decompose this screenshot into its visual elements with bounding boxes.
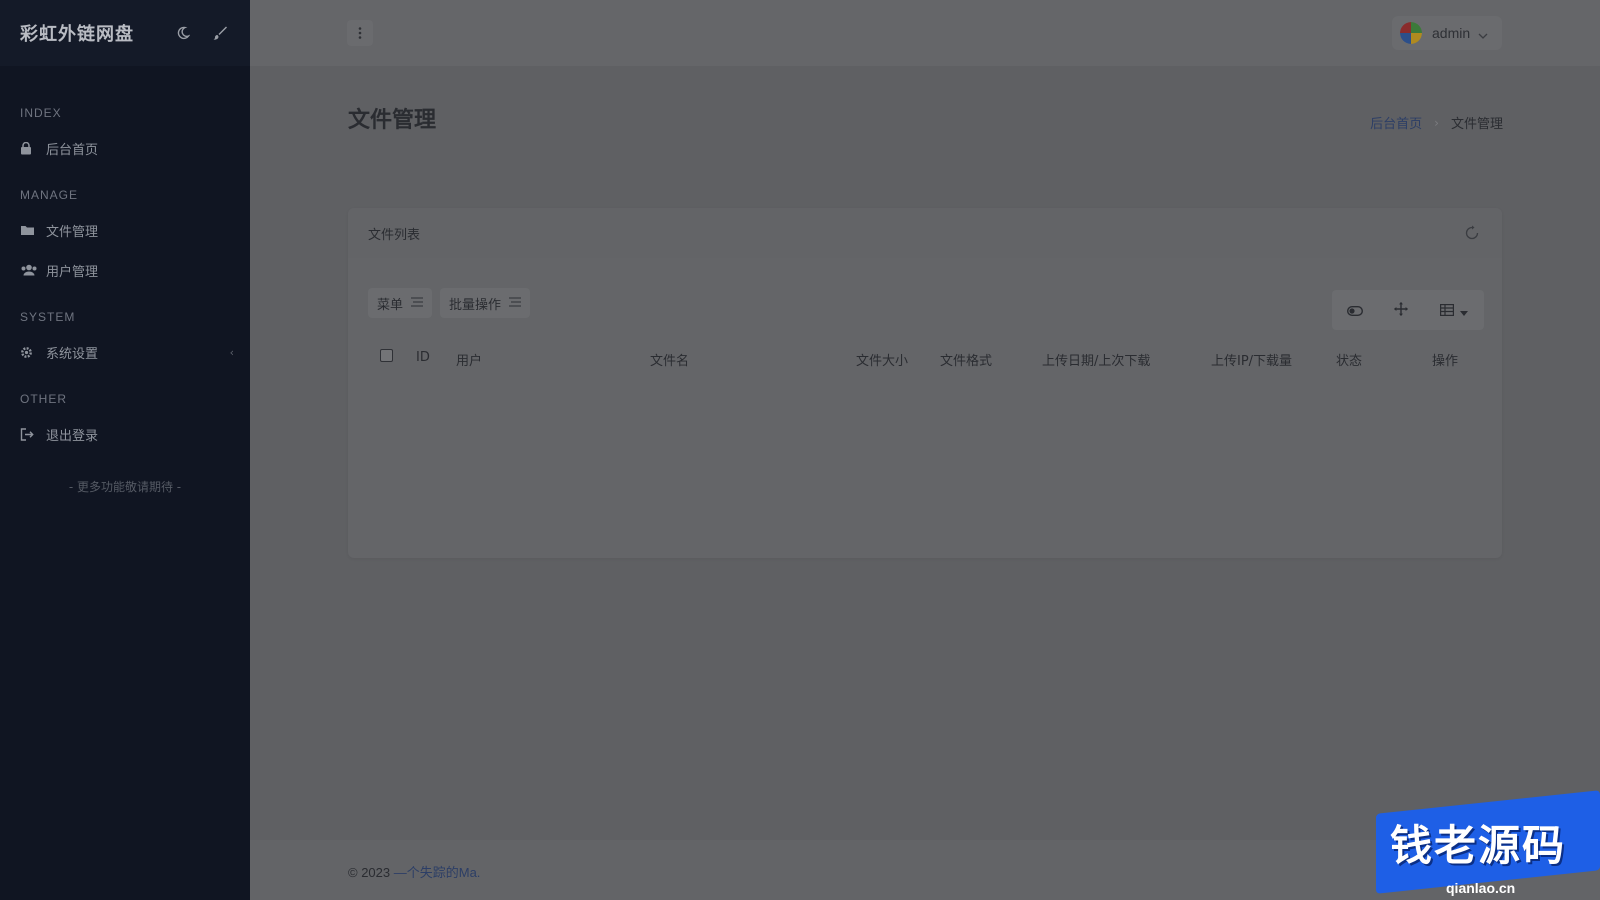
column-header-status[interactable]: 状态 <box>1336 350 1362 369</box>
table-columns-icon <box>1440 301 1455 320</box>
sidebar-item-label: 文件管理 <box>46 224 99 240</box>
file-list-card: 文件列表 菜单 批量操作 ID 用户 文件名 文件大小 文件格式 上传日期/上次… <box>348 208 1502 558</box>
move-columns-button[interactable] <box>1378 290 1424 330</box>
user-name: admin <box>1432 25 1471 41</box>
nav-section-index: INDEX <box>20 106 62 120</box>
brand-title[interactable]: 彩虹外链网盘 <box>20 20 134 46</box>
watermark-url: qianlao.cn <box>1446 880 1516 896</box>
list-icon <box>411 296 424 311</box>
card-header: 文件列表 <box>348 208 1502 258</box>
sidebar-item-label: 系统设置 <box>46 346 99 362</box>
caret-down-icon <box>1460 301 1468 320</box>
column-header-ip-downloads[interactable]: 上传IP/下载量 <box>1211 350 1292 369</box>
dashboard-icon <box>20 141 38 155</box>
column-header-actions: 操作 <box>1432 354 1459 369</box>
user-menu-button[interactable]: admin <box>1392 16 1502 50</box>
vertical-dots-icon <box>358 24 362 43</box>
list-icon <box>509 296 522 311</box>
table-toolbar-right <box>1332 290 1484 330</box>
page-title: 文件管理 <box>348 108 437 133</box>
breadcrumb-separator: › <box>1434 115 1439 130</box>
nav-section-other: OTHER <box>20 392 67 406</box>
refresh-icon[interactable] <box>1464 225 1480 245</box>
column-header-upload-date[interactable]: 上传日期/上次下载 <box>1042 350 1150 369</box>
footer-copyright-prefix: © 2023 <box>348 865 394 880</box>
more-features-note: - 更多功能敬请期待 - <box>68 480 182 494</box>
breadcrumb-home-link[interactable]: 后台首页 <box>1370 113 1422 132</box>
footer-author-link[interactable]: —个失踪的Ma. <box>394 865 481 880</box>
watermark-text: 钱老源码 <box>1390 821 1567 870</box>
sidebar-item-logout[interactable]: 退出登录 <box>0 414 250 454</box>
brush-icon[interactable] <box>212 25 228 41</box>
sidebar-item-label: 后台首页 <box>46 142 99 158</box>
sidebar-item-settings[interactable]: 系统设置 ‹ <box>0 332 250 372</box>
brand-bar: 彩虹外链网盘 <box>0 0 250 66</box>
table-header: ID 用户 文件名 文件大小 文件格式 上传日期/上次下载 上传IP/下载量 状… <box>368 340 1482 376</box>
batch-actions-label: 批量操作 <box>449 297 502 313</box>
column-header-format[interactable]: 文件格式 <box>940 350 992 369</box>
chevron-down-icon <box>1478 24 1488 43</box>
nav-section-system: SYSTEM <box>20 310 76 324</box>
columns-dropdown-button[interactable] <box>1424 290 1484 330</box>
sidebar-item-label: 退出登录 <box>46 428 99 444</box>
sidebar-item-files[interactable]: 文件管理 <box>0 210 250 250</box>
sidebar-item-label: 用户管理 <box>46 264 99 280</box>
table-toolbar-left: 菜单 批量操作 <box>368 288 531 318</box>
sidebar-item-users[interactable]: 用户管理 <box>0 250 250 290</box>
menu-button[interactable]: 菜单 <box>368 288 433 318</box>
column-header-size[interactable]: 文件大小 <box>856 350 908 369</box>
toggle-view-button[interactable] <box>1332 290 1378 330</box>
breadcrumb-current: 文件管理 <box>1450 117 1503 132</box>
watermark: 钱老源码 qianlao.cn <box>1376 790 1600 900</box>
card-title: 文件列表 <box>368 227 421 243</box>
brand-icons <box>176 25 228 41</box>
breadcrumb: 后台首页 › 文件管理 <box>1370 113 1503 133</box>
column-header-id[interactable]: ID <box>416 350 430 365</box>
menu-button-label: 菜单 <box>377 297 404 313</box>
topbar: admin <box>250 0 1600 66</box>
column-header-user[interactable]: 用户 <box>456 350 482 369</box>
footer-copyright: © 2023 —个失踪的Ma. <box>348 862 480 881</box>
chevron-left-icon: ‹ <box>229 345 234 359</box>
folder-icon <box>20 224 38 236</box>
sidebar-item-dashboard[interactable]: 后台首页 <box>0 128 250 168</box>
logout-icon <box>20 427 38 441</box>
select-all-checkbox[interactable] <box>380 349 393 362</box>
batch-actions-button[interactable]: 批量操作 <box>440 288 531 318</box>
avatar <box>1400 22 1422 44</box>
gear-icon <box>20 346 38 359</box>
sidebar: 彩虹外链网盘 INDEX 后台首页 MANAGE 文件管理 用户管理 SYSTE… <box>0 0 250 900</box>
toggle-icon <box>1346 301 1364 320</box>
moon-icon[interactable] <box>176 26 190 40</box>
move-arrows-icon <box>1394 301 1408 320</box>
users-icon <box>20 264 38 276</box>
column-header-filename[interactable]: 文件名 <box>650 350 689 369</box>
more-menu-button[interactable] <box>347 20 373 46</box>
nav-section-manage: MANAGE <box>20 188 79 202</box>
